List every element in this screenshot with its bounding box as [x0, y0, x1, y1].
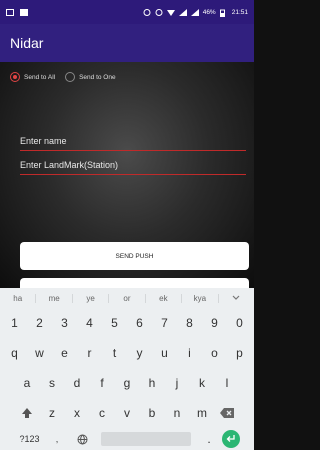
vibrate-icon: [143, 8, 151, 16]
key[interactable]: l: [215, 370, 240, 396]
suggestion[interactable]: ye: [73, 293, 110, 303]
letter-row-3: z x c v b n m: [0, 400, 254, 426]
key[interactable]: s: [40, 370, 65, 396]
letter-row-1: q w e r t y u i o p: [0, 340, 254, 366]
key[interactable]: f: [90, 370, 115, 396]
backspace-icon[interactable]: [215, 400, 240, 426]
key[interactable]: 9: [202, 310, 227, 336]
key[interactable]: 7: [152, 310, 177, 336]
keyboard: ha me ye or ek kya 1 2 3 4 5 6 7 8 9 0 q…: [0, 288, 254, 450]
key[interactable]: 5: [102, 310, 127, 336]
key[interactable]: z: [40, 400, 65, 426]
wifi-icon: [166, 9, 175, 16]
key[interactable]: .: [197, 426, 222, 450]
radio-send-to-one[interactable]: Send to One: [65, 72, 116, 82]
battery-icon: [219, 9, 228, 17]
enter-icon[interactable]: [221, 430, 240, 448]
status-bar: 46% 21:51: [0, 0, 254, 24]
key[interactable]: r: [77, 340, 102, 366]
app-title: Nidar: [10, 35, 44, 51]
key[interactable]: k: [190, 370, 215, 396]
signal-icon: [178, 8, 187, 16]
app-bar: Nidar: [0, 24, 254, 62]
key[interactable]: ,: [45, 426, 70, 450]
landmark-input[interactable]: Enter LandMark(Station): [20, 160, 246, 175]
suggestion[interactable]: me: [36, 293, 73, 303]
chevron-down-icon[interactable]: [219, 294, 254, 303]
key[interactable]: 8: [177, 310, 202, 336]
key[interactable]: b: [140, 400, 165, 426]
key[interactable]: 0: [227, 310, 252, 336]
letter-row-2: a s d f g h j k l: [0, 370, 254, 396]
radio-unchecked-icon: [65, 72, 76, 82]
key[interactable]: 2: [27, 310, 52, 336]
suggestion[interactable]: ha: [0, 293, 37, 303]
shift-icon[interactable]: [15, 400, 40, 426]
suggestion-bar: ha me ye or ek kya: [0, 288, 254, 308]
key[interactable]: a: [15, 370, 40, 396]
key[interactable]: h: [140, 370, 165, 396]
suggestion[interactable]: kya: [182, 293, 219, 303]
key[interactable]: 3: [52, 310, 77, 336]
key[interactable]: y: [127, 340, 152, 366]
suggestion[interactable]: or: [109, 293, 146, 303]
bottom-row: ?123 , .: [0, 426, 254, 450]
key[interactable]: 1: [2, 310, 27, 336]
key[interactable]: p: [227, 340, 252, 366]
key[interactable]: w: [27, 340, 52, 366]
key[interactable]: g: [115, 370, 140, 396]
key[interactable]: 4: [77, 310, 102, 336]
key[interactable]: x: [65, 400, 90, 426]
key[interactable]: 6: [127, 310, 152, 336]
send-mode-group: Send to All Send to One: [10, 72, 116, 82]
key[interactable]: m: [190, 400, 215, 426]
key[interactable]: c: [90, 400, 115, 426]
status-time: 21:51: [231, 8, 248, 16]
spacebar[interactable]: [100, 432, 191, 446]
key[interactable]: n: [165, 400, 190, 426]
key[interactable]: e: [52, 340, 77, 366]
radio-label-one: Send to One: [79, 73, 116, 81]
key[interactable]: t: [102, 340, 127, 366]
key[interactable]: q: [2, 340, 27, 366]
battery-percent: 46%: [202, 8, 216, 16]
name-input[interactable]: Enter name: [20, 136, 246, 151]
radio-checked-icon: [10, 72, 20, 82]
globe-icon[interactable]: [70, 426, 95, 450]
suggestion[interactable]: ek: [146, 293, 183, 303]
image-icon: [20, 8, 28, 16]
radio-send-to-all[interactable]: Send to All: [10, 72, 55, 82]
key[interactable]: d: [65, 370, 90, 396]
notification-icon: [6, 8, 14, 16]
key[interactable]: j: [165, 370, 190, 396]
secondary-button[interactable]: [20, 278, 249, 288]
key[interactable]: v: [115, 400, 140, 426]
key[interactable]: u: [152, 340, 177, 366]
key[interactable]: o: [202, 340, 227, 366]
number-row: 1 2 3 4 5 6 7 8 9 0: [0, 310, 254, 336]
signal-icon-2: [190, 8, 199, 16]
alarm-icon: [155, 8, 163, 16]
symbols-key[interactable]: ?123: [15, 426, 45, 450]
send-push-button[interactable]: SEND PUSH: [20, 242, 249, 270]
key[interactable]: i: [177, 340, 202, 366]
radio-label-all: Send to All: [24, 73, 56, 81]
